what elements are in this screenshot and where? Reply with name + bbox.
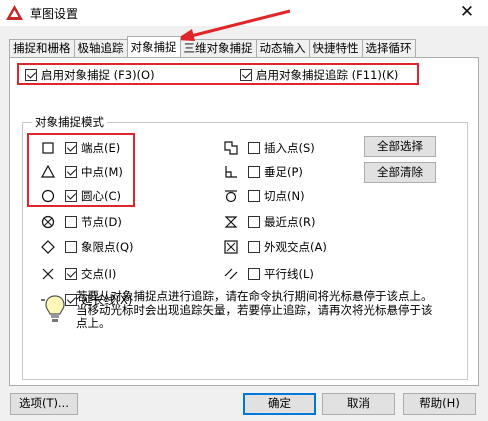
parallel-icon <box>224 267 238 281</box>
checkbox-box[interactable] <box>65 166 77 178</box>
close-button[interactable]: ✕ <box>452 0 482 24</box>
mode-label: 中点(M) <box>81 165 123 179</box>
checkbox-box[interactable] <box>248 216 260 228</box>
tab-object-snap[interactable]: 对象捕捉 <box>126 36 181 57</box>
mode-midpoint[interactable]: 中点(M) <box>65 164 123 180</box>
checkbox-box[interactable] <box>65 268 77 280</box>
mode-label: 切点(N) <box>264 189 305 203</box>
mode-label: 圆心(C) <box>81 189 122 203</box>
enable-tracking-label: 启用对象捕捉追踪 (F11)(K) <box>256 68 399 82</box>
mode-label: 交点(I) <box>81 267 117 281</box>
mode-label: 平行线(L) <box>264 267 314 281</box>
nearest-icon <box>224 215 238 229</box>
checkbox-box[interactable] <box>248 166 260 178</box>
mode-intersection[interactable]: 交点(I) <box>65 266 116 282</box>
intersection-icon <box>41 267 55 281</box>
mode-apparent-intersection[interactable]: 外观交点(A) <box>248 239 327 255</box>
mode-quadrant[interactable]: 象限点(Q) <box>65 239 134 255</box>
center-icon <box>41 189 55 203</box>
quadrant-icon <box>41 240 55 254</box>
tab-quick-properties[interactable]: 快捷特性 <box>308 39 363 57</box>
mode-label: 端点(E) <box>81 141 121 155</box>
help-button[interactable]: 帮助(H) <box>403 393 476 415</box>
midpoint-icon <box>41 165 55 179</box>
perpendicular-icon <box>224 165 238 179</box>
autocad-icon <box>6 5 23 20</box>
mode-label: 象限点(Q) <box>81 240 134 254</box>
node-icon <box>41 215 55 229</box>
mode-label: 插入点(S) <box>264 141 315 155</box>
cancel-button[interactable]: 取消 <box>322 393 395 415</box>
mode-endpoint[interactable]: 端点(E) <box>65 140 120 156</box>
options-button[interactable]: 选项(T)... <box>10 393 78 415</box>
tangent-icon <box>224 189 238 203</box>
checkbox-box[interactable] <box>65 190 77 202</box>
tracking-hint-text: 若要从对象捕捉点进行追踪，请在命令执行期间将光标悬停于该点上。当移动光标时会出现… <box>76 289 433 330</box>
tab-selection-cycling[interactable]: 选择循环 <box>361 39 416 57</box>
ok-button[interactable]: 确定 <box>243 393 316 415</box>
checkbox-box[interactable] <box>65 142 77 154</box>
mode-center[interactable]: 圆心(C) <box>65 188 121 204</box>
clear-all-button[interactable]: 全部清除 <box>364 162 436 183</box>
mode-label: 节点(D) <box>81 215 122 229</box>
enable-tracking-checkbox[interactable]: 启用对象捕捉追踪 (F11)(K) <box>240 67 398 83</box>
osnap-modes-legend: 对象捕捉模式 <box>32 114 107 130</box>
checkbox-box[interactable] <box>248 241 260 253</box>
checkbox-box[interactable] <box>240 69 252 81</box>
enable-osnap-checkbox[interactable]: 启用对象捕捉 (F3)(O) <box>25 67 155 83</box>
mode-insertion[interactable]: 插入点(S) <box>248 140 315 156</box>
lightbulb-icon <box>44 294 66 324</box>
checkbox-box[interactable] <box>65 241 77 253</box>
mode-parallel[interactable]: 平行线(L) <box>248 266 314 282</box>
mode-tangent[interactable]: 切点(N) <box>248 188 305 204</box>
endpoint-icon <box>41 141 55 155</box>
checkbox-box[interactable] <box>248 268 260 280</box>
window-title: 草图设置 <box>30 7 79 21</box>
checkbox-box[interactable] <box>248 190 260 202</box>
mode-label: 垂足(P) <box>264 165 303 179</box>
dialog-client: 捕捉和栅格 极轴追踪 对象捕捉 三维对象捕捉 动态输入 快捷特性 选择循环 启用… <box>0 9 488 421</box>
insertion-icon <box>224 141 238 155</box>
object-snap-panel: 启用对象捕捉 (F3)(O) 启用对象捕捉追踪 (F11)(K) 对象捕捉模式 … <box>9 57 479 386</box>
mode-nearest[interactable]: 最近点(R) <box>248 214 315 230</box>
checkbox-box[interactable] <box>65 216 77 228</box>
tab-snap-grid[interactable]: 捕捉和栅格 <box>9 39 75 57</box>
tab-polar-tracking[interactable]: 极轴追踪 <box>73 39 128 57</box>
apparent-intersection-icon <box>224 240 238 254</box>
mode-label: 外观交点(A) <box>264 240 327 254</box>
mode-node[interactable]: 节点(D) <box>65 214 122 230</box>
mode-perpendicular[interactable]: 垂足(P) <box>248 164 303 180</box>
checkbox-box[interactable] <box>248 142 260 154</box>
enable-osnap-label: 启用对象捕捉 (F3)(O) <box>41 68 155 82</box>
mode-label: 最近点(R) <box>264 215 316 229</box>
checkbox-box[interactable] <box>25 69 37 81</box>
red-arrow-annotation <box>175 9 291 41</box>
select-all-button[interactable]: 全部选择 <box>364 136 436 157</box>
